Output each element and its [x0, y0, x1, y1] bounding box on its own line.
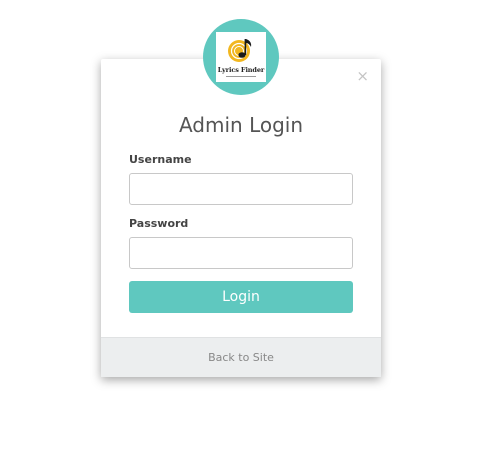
logo-badge: Lyrics Finder	[203, 19, 279, 95]
page: Lyrics Finder × Admin Login Username Pas…	[0, 0, 492, 454]
modal-title: Admin Login	[178, 113, 304, 137]
login-modal: × Admin Login Username Password Login Ba…	[101, 59, 381, 377]
logo-tagline-line	[226, 76, 256, 77]
back-to-site-link[interactable]: Back to Site	[208, 351, 274, 364]
username-label: Username	[129, 153, 192, 166]
password-input[interactable]	[129, 237, 353, 269]
password-label: Password	[129, 217, 189, 230]
logo: Lyrics Finder	[216, 32, 266, 82]
music-note-disc-icon	[228, 39, 252, 62]
logo-text: Lyrics Finder	[217, 66, 265, 74]
login-button[interactable]: Login	[129, 281, 353, 313]
username-input[interactable]	[129, 173, 353, 205]
close-icon[interactable]: ×	[356, 69, 369, 84]
modal-footer: Back to Site	[101, 337, 381, 377]
